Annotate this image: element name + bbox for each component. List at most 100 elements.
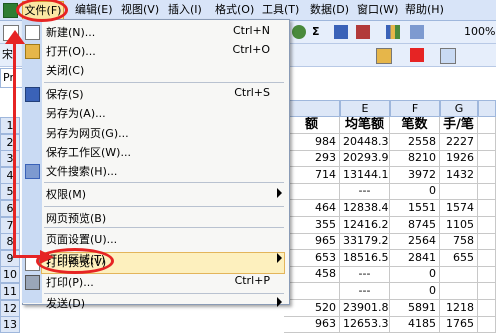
cell-E-row-3[interactable]: 20293.97 <box>340 150 390 168</box>
cell-F-row-12[interactable]: 5891 <box>390 299 440 317</box>
row-header-6[interactable]: 6 <box>0 200 20 217</box>
font-name-box[interactable]: 宋 <box>2 47 13 63</box>
cell-H-row-8[interactable] <box>478 233 496 251</box>
cell-D-row-5[interactable] <box>284 183 340 201</box>
cell-D-row-3[interactable]: 293 <box>284 150 340 168</box>
cell-H-row-12[interactable] <box>478 299 496 317</box>
row-header-3[interactable]: 3 <box>0 150 20 168</box>
cell-G-row-12[interactable]: 1218 <box>440 299 478 317</box>
cell-F-row-9[interactable]: 2841 <box>390 249 440 267</box>
cell-D-row-11[interactable] <box>284 283 340 300</box>
cell-H-row-7[interactable] <box>478 216 496 234</box>
cell-D-row-8[interactable]: 965 <box>284 233 340 251</box>
cell-G-row-3[interactable]: 1926 <box>440 150 478 168</box>
menu-item-save-as-web[interactable]: 另存为网页(G)... <box>22 122 288 143</box>
cell-H-row-3[interactable] <box>478 150 496 168</box>
cell-G-row-6[interactable]: 1574 <box>440 200 478 217</box>
cell-E-row-7[interactable]: 12416.28 <box>340 216 390 234</box>
cell-H-row-9[interactable] <box>478 249 496 267</box>
cell-E-row-6[interactable]: 12838.47 <box>340 200 390 217</box>
cell-G-row-10[interactable] <box>440 266 478 284</box>
cell-E-row-4[interactable]: 13144.19 <box>340 166 390 184</box>
menu-edit[interactable]: 编辑(E) <box>75 2 113 18</box>
cell-E-row-9[interactable]: 18516.53 <box>340 249 390 267</box>
row-header-2[interactable]: 2 <box>0 133 20 151</box>
cell-F-row-10[interactable]: 0 <box>390 266 440 284</box>
cell-H-row-11[interactable] <box>478 283 496 300</box>
cell-F-row-11[interactable]: 0 <box>390 283 440 300</box>
row-header-12[interactable]: 12 <box>0 299 20 317</box>
row-header-7[interactable]: 7 <box>0 216 20 234</box>
cell-E-row-8[interactable]: 33179.27 <box>340 233 390 251</box>
menu-window[interactable]: 窗口(W) <box>357 2 398 18</box>
row-header-11[interactable]: 11 <box>0 283 20 300</box>
cell-D-row-12[interactable]: 520 <box>284 299 340 317</box>
column-header-E[interactable]: E <box>340 100 390 117</box>
cell-F-row-7[interactable]: 8745 <box>390 216 440 234</box>
cell-D-row-6[interactable]: 464 <box>284 200 340 217</box>
menu-data[interactable]: 数据(D) <box>310 2 349 18</box>
fill-color-icon[interactable] <box>376 48 392 64</box>
cell-D-row-2[interactable]: 984 <box>284 133 340 151</box>
cell-D-row-1[interactable]: 额 <box>284 117 340 134</box>
cell-F-row-2[interactable]: 2558 <box>390 133 440 151</box>
cell-E-row-1[interactable]: 均笔额 <box>340 117 390 134</box>
column-header-G[interactable]: G <box>440 100 478 117</box>
sort-icon[interactable] <box>334 25 348 39</box>
cell-H-row-5[interactable] <box>478 183 496 201</box>
cell-F-row-1[interactable]: 笔数 <box>390 117 440 134</box>
cell-G-row-2[interactable]: 2227 <box>440 133 478 151</box>
drawing-icon[interactable] <box>410 25 424 39</box>
cell-E-row-13[interactable]: 12653.34 <box>340 316 390 333</box>
cell-G-row-1[interactable]: 手/笔 <box>440 117 478 134</box>
cell-G-row-11[interactable] <box>440 283 478 300</box>
zoom-box[interactable]: 100% <box>464 24 495 40</box>
cell-F-row-13[interactable]: 4185 <box>390 316 440 333</box>
cell-E-row-10[interactable]: --- <box>340 266 390 284</box>
cell-D-row-4[interactable]: 714 <box>284 166 340 184</box>
cell-H-row-6[interactable] <box>478 200 496 217</box>
cell-H-row-10[interactable] <box>478 266 496 284</box>
cell-F-row-6[interactable]: 1551 <box>390 200 440 217</box>
cell-E-row-5[interactable]: --- <box>340 183 390 201</box>
menu-item-web-preview[interactable]: 网页预览(B) <box>22 207 288 228</box>
sort-desc-icon[interactable] <box>356 25 370 39</box>
cell-H-row-1[interactable] <box>478 117 496 134</box>
menu-item-page-setup[interactable]: 页面设置(U)... <box>22 228 288 249</box>
menu-view[interactable]: 视图(V) <box>121 2 159 18</box>
column-header-H[interactable] <box>478 100 496 117</box>
cell-G-row-9[interactable]: 655 <box>440 249 478 267</box>
align-icon[interactable] <box>296 48 310 62</box>
cell-D-row-10[interactable]: 458 <box>284 266 340 284</box>
cell-F-row-8[interactable]: 2564 <box>390 233 440 251</box>
menu-item-new[interactable]: 新建(N)... Ctrl+N <box>22 21 288 42</box>
menu-item-file-search[interactable]: 文件搜索(H)... <box>22 160 288 181</box>
row-header-5[interactable]: 5 <box>0 183 20 201</box>
cell-D-row-9[interactable]: 653 <box>284 249 340 267</box>
cell-H-row-13[interactable] <box>478 316 496 333</box>
cell-G-row-4[interactable]: 1432 <box>440 166 478 184</box>
cell-D-row-13[interactable]: 963 <box>284 316 340 333</box>
cell-H-row-2[interactable] <box>478 133 496 151</box>
menu-item-permission[interactable]: 权限(M) <box>22 183 288 204</box>
cell-E-row-2[interactable]: 20448.39 <box>340 133 390 151</box>
cell-D-row-7[interactable]: 355 <box>284 216 340 234</box>
row-header-8[interactable]: 8 <box>0 233 20 251</box>
cell-G-row-13[interactable]: 1765 <box>440 316 478 333</box>
font-color-icon[interactable] <box>410 48 424 62</box>
borders-icon[interactable] <box>440 48 456 64</box>
cell-G-row-8[interactable]: 758 <box>440 233 478 251</box>
row-header-10[interactable]: 10 <box>0 266 20 284</box>
row-header-13[interactable]: 13 <box>0 316 20 333</box>
row-header-1[interactable]: 1 <box>0 117 20 134</box>
cell-H-row-4[interactable] <box>478 166 496 184</box>
menu-insert[interactable]: 插入(I) <box>168 2 202 18</box>
menu-item-print[interactable]: 打印(P)... Ctrl+P <box>22 271 288 292</box>
menu-help[interactable]: 帮助(H) <box>405 2 444 18</box>
cell-F-row-3[interactable]: 8210 <box>390 150 440 168</box>
cell-G-row-5[interactable] <box>440 183 478 201</box>
row-header-9[interactable]: 9 <box>0 249 20 267</box>
hyperlink-icon[interactable] <box>292 25 306 39</box>
column-header-D[interactable] <box>284 100 340 117</box>
row-header-4[interactable]: 4 <box>0 166 20 184</box>
